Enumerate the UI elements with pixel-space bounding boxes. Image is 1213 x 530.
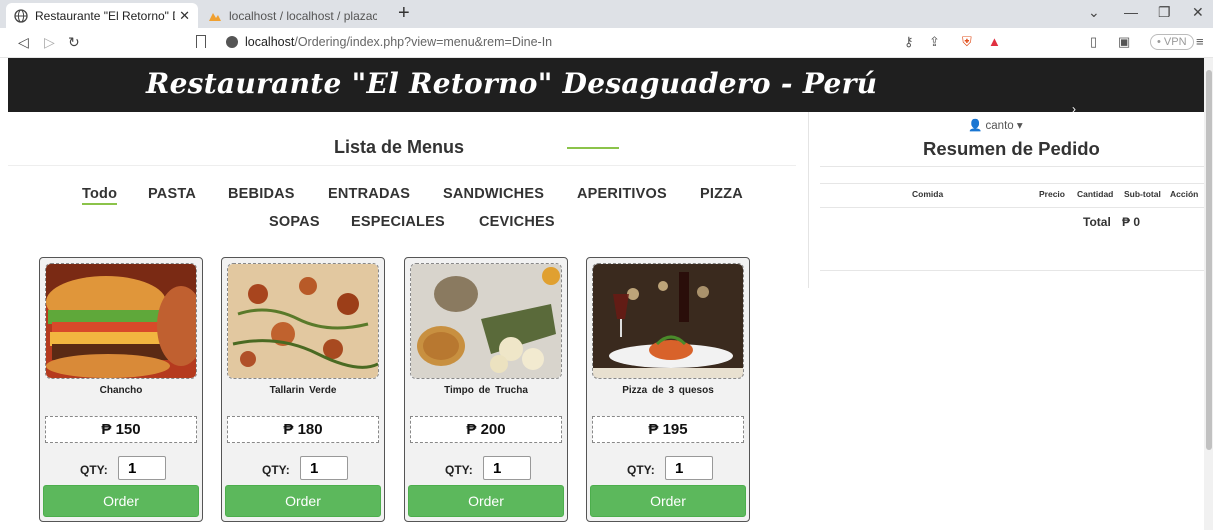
menu-icon[interactable]: ≡ [1196, 34, 1204, 49]
qty-input[interactable] [665, 456, 713, 480]
decorative-underline [567, 147, 619, 149]
share-icon[interactable]: ⇪ [929, 34, 940, 50]
table-top-border [820, 183, 1204, 184]
menu-title: Lista de Menus [334, 137, 465, 157]
order-button[interactable]: Order [43, 485, 199, 517]
menu-item-card: Pizza de 3 quesos ₱ 195 QTY: Order [586, 257, 750, 522]
food-image-pizza-de-3-quesos [592, 263, 744, 379]
qty-label: QTY: [262, 463, 290, 477]
close-tab-icon[interactable]: ✕ [179, 8, 190, 24]
qty-label: QTY: [627, 463, 655, 477]
category-todo[interactable]: Todo [82, 186, 118, 205]
qty-label: QTY: [80, 463, 108, 477]
browser-tab-inactive[interactable]: localhost / localhost / plazacafedb / ta [200, 3, 385, 28]
divider [8, 165, 796, 166]
qty-input[interactable] [483, 456, 531, 480]
brave-shield-icon[interactable]: ⛨ [962, 34, 972, 50]
item-price: ₱ 180 [227, 416, 379, 443]
col-comida: Comida [912, 189, 944, 199]
divider-vertical [808, 112, 809, 288]
new-tab-icon[interactable]: + [398, 2, 410, 25]
address-bar: ◁ ▷ ↻ localhost/Ordering/index.php?view=… [0, 28, 1213, 58]
total-label: Total [1083, 215, 1111, 229]
minimize-icon[interactable]: — [1124, 4, 1138, 20]
caret-down-icon: ▾ [1016, 120, 1023, 132]
browser-tab-bar: Restaurante "El Retorno" Desagu ✕ localh… [0, 0, 1213, 28]
food-image-tallarin-verde [227, 263, 379, 379]
col-precio: Precio [1039, 189, 1065, 199]
back-icon[interactable]: ◁ [18, 34, 29, 51]
site-title: Restaurante "El Retorno" Desaguadero - P… [146, 67, 878, 100]
col-accion: Acción [1170, 189, 1199, 199]
url-host: localhost [245, 35, 295, 49]
key-icon[interactable]: ⚷ [904, 34, 914, 50]
tab-search-icon[interactable]: ⌄ [1088, 4, 1100, 21]
category-ceviches[interactable]: CEVICHES [479, 214, 555, 230]
divider [820, 166, 1204, 167]
close-window-icon[interactable]: ✕ [1192, 4, 1204, 21]
col-subtotal: Sub-total [1124, 189, 1161, 199]
username: canto [985, 120, 1014, 132]
category-bebidas[interactable]: BEBIDAS [228, 186, 295, 202]
food-image-chancho [45, 263, 197, 379]
forward-icon[interactable]: ▷ [44, 34, 55, 51]
category-pizza[interactable]: PIZZA [700, 186, 743, 202]
scrollbar-thumb[interactable] [1206, 70, 1212, 450]
browser-tab-active[interactable]: Restaurante "El Retorno" Desagu ✕ [6, 3, 198, 28]
order-button[interactable]: Order [590, 485, 746, 517]
col-cantidad: Cantidad [1077, 189, 1114, 199]
table-header-border [820, 207, 1204, 208]
category-sopas[interactable]: SOPAS [269, 214, 320, 230]
item-price: ₱ 150 [45, 416, 197, 443]
user-icon: 👤 [968, 120, 983, 132]
qty-input[interactable] [300, 456, 348, 480]
item-price: ₱ 200 [410, 416, 562, 443]
sidebar-icon[interactable]: ▯ [1090, 34, 1097, 50]
item-name: Pizza de 3 quesos [622, 385, 714, 396]
item-name: Tallarin Verde [269, 385, 337, 396]
url-path: /Ordering/index.php?view=menu&rem=Dine-I… [294, 35, 553, 49]
divider [820, 270, 1204, 271]
qty-input[interactable] [118, 456, 166, 480]
vpn-button[interactable]: • VPN [1150, 34, 1194, 50]
user-menu[interactable]: 👤 canto ▾ [968, 118, 1023, 132]
menu-item-card: Timpo de Trucha ₱ 200 QTY: Order [404, 257, 568, 522]
globe-icon [14, 8, 28, 23]
item-name: Chancho [99, 385, 143, 396]
order-button[interactable]: Order [225, 485, 381, 517]
category-entradas[interactable]: ENTRADAS [328, 186, 410, 202]
chevron-right-icon: › [1072, 102, 1076, 116]
wallet-icon[interactable]: ▣ [1118, 34, 1130, 50]
site-header: Restaurante "El Retorno" Desaguadero - P… [8, 58, 1204, 116]
brave-rewards-icon[interactable]: ▲ [988, 34, 1001, 49]
category-aperitivos[interactable]: APERITIVOS [577, 186, 667, 202]
summary-title: Resumen de Pedido [923, 138, 1100, 159]
item-price: ₱ 195 [592, 416, 744, 443]
category-pasta[interactable]: PASTA [148, 186, 196, 202]
item-name: Timpo de Trucha [444, 385, 528, 396]
tab-title: Restaurante "El Retorno" Desagu [35, 8, 175, 23]
category-especiales[interactable]: ESPECIALES [351, 214, 445, 230]
phpmyadmin-icon [208, 9, 222, 23]
total-value: ₱ 0 [1122, 215, 1141, 229]
restore-icon[interactable]: ❐ [1158, 4, 1171, 21]
order-button[interactable]: Order [408, 485, 564, 517]
site-info-icon[interactable] [226, 36, 238, 48]
category-sandwiches[interactable]: SANDWICHES [443, 186, 544, 202]
menu-item-card: Tallarin Verde ₱ 180 QTY: Order [221, 257, 385, 522]
bookmark-icon[interactable] [196, 35, 206, 48]
qty-label: QTY: [445, 463, 473, 477]
tab-title: localhost / localhost / plazacafedb / ta [229, 8, 377, 23]
menu-item-card: Chancho ₱ 150 QTY: Order [39, 257, 203, 522]
food-image-timpo-de-trucha [410, 263, 562, 379]
url-field[interactable]: localhost/Ordering/index.php?view=menu&r… [245, 35, 552, 49]
reload-icon[interactable]: ↻ [68, 34, 80, 51]
